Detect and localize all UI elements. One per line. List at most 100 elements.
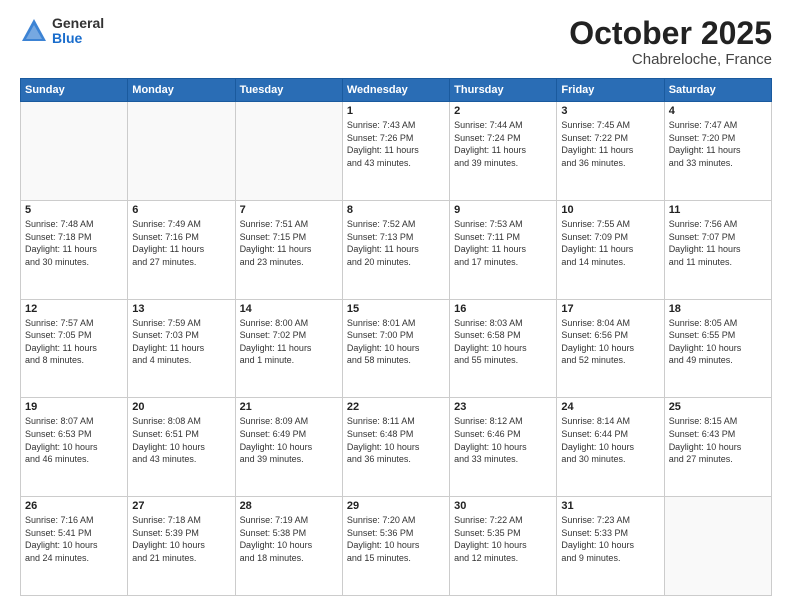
day-info: Sunrise: 7:52 AM Sunset: 7:13 PM Dayligh… — [347, 218, 445, 268]
day-info: Sunrise: 7:22 AM Sunset: 5:35 PM Dayligh… — [454, 514, 552, 564]
calendar-week-row: 1 Sunrise: 7:43 AM Sunset: 7:26 PM Daylig… — [21, 102, 772, 201]
day-info: Sunrise: 7:56 AM Sunset: 7:07 PM Dayligh… — [669, 218, 767, 268]
day-info: Sunrise: 8:09 AM Sunset: 6:49 PM Dayligh… — [240, 415, 338, 465]
header-saturday: Saturday — [664, 79, 771, 102]
day-number: 29 — [347, 500, 445, 512]
day-info: Sunrise: 8:01 AM Sunset: 7:00 PM Dayligh… — [347, 317, 445, 367]
calendar-week-row: 5 Sunrise: 7:48 AM Sunset: 7:18 PM Daylig… — [21, 200, 772, 299]
day-info: Sunrise: 7:43 AM Sunset: 7:26 PM Dayligh… — [347, 119, 445, 169]
table-row: 1 Sunrise: 7:43 AM Sunset: 7:26 PM Daylig… — [342, 102, 449, 201]
day-number: 6 — [132, 204, 230, 216]
day-number: 24 — [561, 401, 659, 413]
day-number: 14 — [240, 303, 338, 315]
calendar-week-row: 26Sunrise: 7:16 AM Sunset: 5:41 PM Dayli… — [21, 497, 772, 596]
day-number: 5 — [25, 204, 123, 216]
table-row: 23 Sunrise: 8:12 AM Sunset: 6:46 PM Dayli… — [450, 398, 557, 497]
day-info: Sunrise: 8:03 AM Sunset: 6:58 PM Dayligh… — [454, 317, 552, 367]
day-info: Sunrise: 7:59 AM Sunset: 7:03 PM Dayligh… — [132, 317, 230, 367]
day-info: Sunrise: 7:18 AM Sunset: 5:39 PM Dayligh… — [132, 514, 230, 564]
day-number: 28 — [240, 500, 338, 512]
day-number: 4 — [669, 105, 767, 117]
day-number: 21 — [240, 401, 338, 413]
day-info: Sunrise: 7:49 AM Sunset: 7:16 PM Dayligh… — [132, 218, 230, 268]
page: General Blue October 2025 Chabreloche, F… — [0, 0, 792, 612]
table-row: 27 Sunrise: 7:18 AM Sunset: 5:39 PM Dayli… — [128, 497, 235, 596]
logo-general-label: General — [52, 16, 104, 31]
table-row: 21 Sunrise: 8:09 AM Sunset: 6:49 PM Dayli… — [235, 398, 342, 497]
day-number: 15 — [347, 303, 445, 315]
day-number: 30 — [454, 500, 552, 512]
table-row: 5 Sunrise: 7:48 AM Sunset: 7:18 PM Daylig… — [21, 200, 128, 299]
header-thursday: Thursday — [450, 79, 557, 102]
day-info: Sunrise: 8:15 AM Sunset: 6:43 PM Dayligh… — [669, 415, 767, 465]
calendar-header-row: Sunday Monday Tuesday Wednesday Thursday… — [21, 79, 772, 102]
day-info: Sunrise: 8:07 AM Sunset: 6:53 PM Dayligh… — [25, 415, 123, 465]
header-wednesday: Wednesday — [342, 79, 449, 102]
header: General Blue October 2025 Chabreloche, F… — [20, 16, 772, 68]
logo-text: General Blue — [52, 16, 104, 47]
header-sunday: Sunday — [21, 79, 128, 102]
table-row: 12 Sunrise: 7:57 AM Sunset: 7:05 PM Dayli… — [21, 299, 128, 398]
day-number: 2 — [454, 105, 552, 117]
day-number: 20 — [132, 401, 230, 413]
day-info: Sunrise: 8:08 AM Sunset: 6:51 PM Dayligh… — [132, 415, 230, 465]
day-number: 9 — [454, 204, 552, 216]
day-number: 19 — [25, 401, 123, 413]
header-monday: Monday — [128, 79, 235, 102]
day-info: Sunrise: 8:11 AM Sunset: 6:48 PM Dayligh… — [347, 415, 445, 465]
day-number: 27 — [132, 500, 230, 512]
table-row: 26Sunrise: 7:16 AM Sunset: 5:41 PM Dayli… — [21, 497, 128, 596]
day-info: Sunrise: 7:55 AM Sunset: 7:09 PM Dayligh… — [561, 218, 659, 268]
day-info: Sunrise: 7:19 AM Sunset: 5:38 PM Dayligh… — [240, 514, 338, 564]
table-row: 6 Sunrise: 7:49 AM Sunset: 7:16 PM Daylig… — [128, 200, 235, 299]
day-number: 17 — [561, 303, 659, 315]
day-number: 18 — [669, 303, 767, 315]
table-row: 16 Sunrise: 8:03 AM Sunset: 6:58 PM Dayli… — [450, 299, 557, 398]
day-info: Sunrise: 8:12 AM Sunset: 6:46 PM Dayligh… — [454, 415, 552, 465]
logo-icon — [20, 17, 48, 45]
day-info: Sunrise: 7:45 AM Sunset: 7:22 PM Dayligh… — [561, 119, 659, 169]
calendar-week-row: 19 Sunrise: 8:07 AM Sunset: 6:53 PM Dayli… — [21, 398, 772, 497]
day-info: Sunrise: 7:53 AM Sunset: 7:11 PM Dayligh… — [454, 218, 552, 268]
day-number: 13 — [132, 303, 230, 315]
table-row: 29Sunrise: 7:20 AM Sunset: 5:36 PM Dayli… — [342, 497, 449, 596]
title-block: October 2025 Chabreloche, France — [569, 16, 772, 68]
day-info: Sunrise: 7:44 AM Sunset: 7:24 PM Dayligh… — [454, 119, 552, 169]
day-number: 23 — [454, 401, 552, 413]
day-info: Sunrise: 7:47 AM Sunset: 7:20 PM Dayligh… — [669, 119, 767, 169]
day-info: Sunrise: 8:00 AM Sunset: 7:02 PM Dayligh… — [240, 317, 338, 367]
table-row: 25 Sunrise: 8:15 AM Sunset: 6:43 PM Dayli… — [664, 398, 771, 497]
calendar-week-row: 12 Sunrise: 7:57 AM Sunset: 7:05 PM Dayli… — [21, 299, 772, 398]
table-row: 30 Sunrise: 7:22 AM Sunset: 5:35 PM Dayli… — [450, 497, 557, 596]
table-row: 8 Sunrise: 7:52 AM Sunset: 7:13 PM Daylig… — [342, 200, 449, 299]
table-row: 31Sunrise: 7:23 AM Sunset: 5:33 PM Dayli… — [557, 497, 664, 596]
header-friday: Friday — [557, 79, 664, 102]
day-info: Sunrise: 7:16 AM Sunset: 5:41 PM Dayligh… — [25, 514, 123, 564]
calendar-table: Sunday Monday Tuesday Wednesday Thursday… — [20, 78, 772, 596]
day-number: 12 — [25, 303, 123, 315]
day-number: 8 — [347, 204, 445, 216]
table-row — [235, 102, 342, 201]
table-row — [128, 102, 235, 201]
location-title: Chabreloche, France — [569, 51, 772, 68]
table-row: 4 Sunrise: 7:47 AM Sunset: 7:20 PM Daylig… — [664, 102, 771, 201]
table-row: 13 Sunrise: 7:59 AM Sunset: 7:03 PM Dayli… — [128, 299, 235, 398]
table-row: 22Sunrise: 8:11 AM Sunset: 6:48 PM Dayli… — [342, 398, 449, 497]
day-number: 16 — [454, 303, 552, 315]
table-row: 20 Sunrise: 8:08 AM Sunset: 6:51 PM Dayli… — [128, 398, 235, 497]
logo: General Blue — [20, 16, 104, 47]
day-info: Sunrise: 7:57 AM Sunset: 7:05 PM Dayligh… — [25, 317, 123, 367]
table-row: 15 Sunrise: 8:01 AM Sunset: 7:00 PM Dayli… — [342, 299, 449, 398]
table-row: 17Sunrise: 8:04 AM Sunset: 6:56 PM Dayli… — [557, 299, 664, 398]
table-row: 28 Sunrise: 7:19 AM Sunset: 5:38 PM Dayli… — [235, 497, 342, 596]
table-row: 19 Sunrise: 8:07 AM Sunset: 6:53 PM Dayli… — [21, 398, 128, 497]
day-info: Sunrise: 8:05 AM Sunset: 6:55 PM Dayligh… — [669, 317, 767, 367]
header-tuesday: Tuesday — [235, 79, 342, 102]
table-row: 10Sunrise: 7:55 AM Sunset: 7:09 PM Dayli… — [557, 200, 664, 299]
day-number: 25 — [669, 401, 767, 413]
day-number: 1 — [347, 105, 445, 117]
table-row: 3 Sunrise: 7:45 AM Sunset: 7:22 PM Daylig… — [557, 102, 664, 201]
day-number: 3 — [561, 105, 659, 117]
day-info: Sunrise: 7:48 AM Sunset: 7:18 PM Dayligh… — [25, 218, 123, 268]
table-row: 2 Sunrise: 7:44 AM Sunset: 7:24 PM Daylig… — [450, 102, 557, 201]
